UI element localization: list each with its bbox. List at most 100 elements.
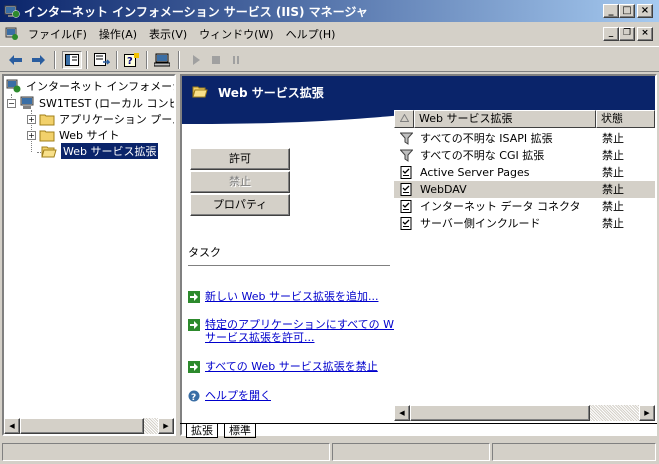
pause-button[interactable] xyxy=(226,51,246,69)
scroll-right-button[interactable]: ▶ xyxy=(158,418,174,434)
details-pane: Web サービス拡張 許可 禁止 プロパティ タスク 新しい Web サービス拡… xyxy=(180,74,657,436)
filter-icon xyxy=(400,149,413,162)
extension-icon xyxy=(400,166,412,179)
menu-view[interactable]: 表示(V) xyxy=(143,26,193,42)
title-bar[interactable]: インターネット インフォメーション サービス (IIS) マネージャ _ □ × xyxy=(0,0,659,22)
tree-server-label: SW1TEST (ローカル コンピュ xyxy=(39,97,176,110)
mdi-document-icon[interactable] xyxy=(4,26,20,42)
list-item[interactable]: すべての不明な ISAPI 拡張 禁止 xyxy=(394,130,655,147)
scroll-left-button[interactable]: ◀ xyxy=(4,418,20,434)
list-scroll-right-button[interactable]: ▶ xyxy=(639,405,655,421)
status-panel-1 xyxy=(2,443,330,461)
tasks-divider xyxy=(188,265,390,266)
svg-text:?: ? xyxy=(191,393,196,402)
list-item-status: 禁止 xyxy=(602,183,624,196)
minimize-button[interactable]: _ xyxy=(603,4,619,18)
tree-item-web-service-extensions[interactable]: Web サービス拡張 xyxy=(41,142,160,160)
tree-item-web-sites[interactable]: + Web サイト xyxy=(27,127,119,143)
connect-button[interactable] xyxy=(152,51,172,69)
expand-toggle[interactable]: + xyxy=(27,114,36,124)
list-item[interactable]: サーバー側インクルード 禁止 xyxy=(394,215,655,232)
mdi-close-button[interactable]: × xyxy=(637,27,653,41)
back-button[interactable] xyxy=(6,51,26,69)
show-hide-tree-button[interactable] xyxy=(62,51,82,69)
play-icon xyxy=(193,55,200,65)
list-item[interactable]: すべての不明な CGI 拡張 禁止 xyxy=(394,147,655,164)
list-item-name: すべての不明な CGI 拡張 xyxy=(420,149,545,162)
task-link-line1[interactable]: 特定のアプリケーションにすべての Web xyxy=(205,318,407,331)
sort-column-header[interactable] xyxy=(394,110,414,128)
task-prohibit-all[interactable]: すべての Web サービス拡張を禁止 xyxy=(188,360,378,373)
sort-ascending-icon xyxy=(399,113,409,122)
task-add-extension[interactable]: 新しい Web サービス拡張を追加... xyxy=(188,290,378,303)
mdi-restore-button[interactable]: ❐ xyxy=(619,27,635,41)
green-arrow-icon xyxy=(188,319,200,331)
task-link[interactable]: 新しい Web サービス拡張を追加... xyxy=(205,290,378,303)
list-item-status: 禁止 xyxy=(602,149,624,162)
window-title: インターネット インフォメーション サービス (IIS) マネージャ xyxy=(24,4,368,19)
tree-server-node[interactable]: − SW1TEST (ローカル コンピュ xyxy=(7,95,176,111)
server-icon xyxy=(20,96,34,109)
export-list-icon xyxy=(94,53,110,66)
column-header-status[interactable]: 状態 xyxy=(596,110,655,128)
task-link-line2[interactable]: サービス拡張を許可... xyxy=(205,331,315,344)
toolbar-separator xyxy=(54,51,56,69)
tab-extended[interactable]: 拡張 xyxy=(186,424,218,438)
collapse-toggle[interactable]: − xyxy=(7,98,16,108)
forward-button[interactable] xyxy=(28,51,48,69)
tree-item-app-pools[interactable]: + アプリケーション プール xyxy=(27,111,176,127)
expand-toggle[interactable]: + xyxy=(27,130,36,140)
mdi-minimize-button[interactable]: _ xyxy=(603,27,619,41)
list-horizontal-scroll-thumb[interactable] xyxy=(410,405,590,421)
pause-icon xyxy=(233,56,239,64)
folder-icon xyxy=(39,130,55,142)
list-item-name: WebDAV xyxy=(420,183,467,196)
iis-app-icon xyxy=(4,5,20,18)
menu-file[interactable]: ファイル(F) xyxy=(22,26,93,42)
stop-button[interactable] xyxy=(206,51,226,69)
column-header-name[interactable]: Web サービス拡張 xyxy=(414,110,596,128)
computer-icon xyxy=(154,53,170,67)
task-allow-all-for-app[interactable]: 特定のアプリケーションにすべての Web サービス拡張を許可... xyxy=(188,318,407,344)
extension-icon xyxy=(400,217,412,230)
tree-root[interactable]: インターネット インフォメーション サ xyxy=(6,78,174,94)
toolbar-separator xyxy=(116,51,118,69)
list-item-status: 禁止 xyxy=(602,217,624,230)
list-scroll-left-button[interactable]: ◀ xyxy=(394,405,410,421)
horizontal-scroll-thumb[interactable] xyxy=(20,418,144,434)
console-tree[interactable]: インターネット インフォメーション サ − SW1TEST (ローカル コンピュ… xyxy=(2,74,176,436)
extensions-list[interactable]: Web サービス拡張 状態 すべての不明な ISAPI 拡張 禁止 すべての不明… xyxy=(394,110,655,420)
iis-root-icon xyxy=(6,79,21,93)
list-item[interactable]: WebDAV 禁止 xyxy=(394,181,655,198)
maximize-button[interactable]: □ xyxy=(619,4,635,18)
menu-bar: ファイル(F) 操作(A) 表示(V) ウィンドウ(W) ヘルプ(H) xyxy=(0,23,659,45)
task-link[interactable]: すべての Web サービス拡張を禁止 xyxy=(205,360,378,373)
open-folder-icon xyxy=(41,146,57,158)
tab-standard[interactable]: 標準 xyxy=(224,424,256,438)
properties-button[interactable]: プロパティ xyxy=(190,194,290,216)
pane-title: Web サービス拡張 xyxy=(218,86,324,100)
open-folder-icon xyxy=(192,86,208,98)
tree-item-label: アプリケーション プール xyxy=(59,113,176,126)
list-item[interactable]: インターネット データ コネクタ 禁止 xyxy=(394,198,655,215)
extension-icon xyxy=(400,200,412,213)
help-button[interactable]: ? xyxy=(122,51,142,69)
green-arrow-icon xyxy=(188,361,200,373)
export-list-button[interactable] xyxy=(92,51,112,69)
menu-window[interactable]: ウィンドウ(W) xyxy=(193,26,279,42)
back-icon xyxy=(9,55,22,65)
task-open-help[interactable]: ? ヘルプを開く xyxy=(188,389,271,402)
prohibit-button[interactable]: 禁止 xyxy=(190,171,290,193)
allow-button[interactable]: 許可 xyxy=(190,148,290,170)
menu-help[interactable]: ヘルプ(H) xyxy=(280,26,342,42)
tree-item-label: Web サイト xyxy=(59,129,120,142)
help-icon: ? xyxy=(124,53,139,67)
task-link[interactable]: ヘルプを開く xyxy=(205,389,271,402)
stop-icon xyxy=(212,56,220,64)
list-item[interactable]: Active Server Pages 禁止 xyxy=(394,164,655,181)
extension-icon xyxy=(400,183,412,196)
tree-root-label: インターネット インフォメーション サ xyxy=(26,80,174,93)
close-button[interactable]: × xyxy=(637,4,653,18)
start-button[interactable] xyxy=(186,51,206,69)
menu-action[interactable]: 操作(A) xyxy=(93,26,143,42)
